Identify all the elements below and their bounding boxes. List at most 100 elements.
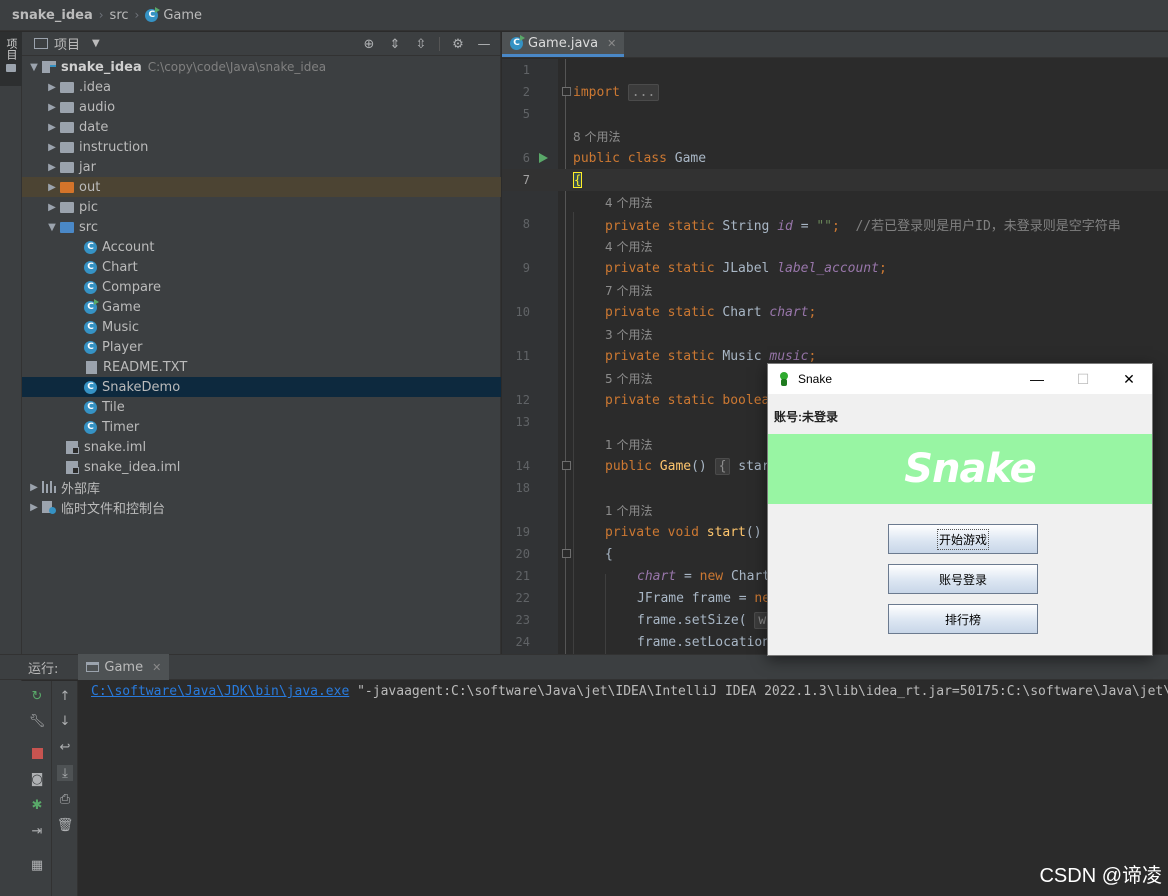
breadcrumb-project[interactable]: snake_idea [12,8,93,23]
expand-all-icon[interactable]: ⇕ [387,36,403,52]
usage-hint[interactable]: 4 个用法 [502,235,1168,257]
chevron-right-icon[interactable]: ▶ [44,82,60,93]
tree-external-libs[interactable]: ▶ 外部库 [22,477,501,497]
chevron-down-icon[interactable]: ▼ [92,38,100,49]
maximize-icon[interactable]: ☐ [1060,364,1106,394]
chevron-right-icon[interactable]: ▶ [26,502,42,513]
fold-icon[interactable] [562,549,571,558]
editor-tab-bar: C Game.java ✕ [502,32,1168,58]
editor-tab-game[interactable]: C Game.java ✕ [502,32,625,57]
locate-icon[interactable]: ⊕ [361,36,377,52]
usage-hint[interactable]: 8 个用法 [502,125,1168,147]
console-args: "-javaagent:C:\software\Java\jet\IDEA\In… [357,684,1168,699]
tree-folder-out[interactable]: ▶ out [22,177,501,197]
close-icon[interactable]: ✕ [1106,364,1152,394]
java-class-icon: C [84,280,97,294]
tree-folder-jar[interactable]: ▶ jar [22,157,501,177]
tree-file-snake-idea-iml[interactable]: snake_idea.iml [22,457,501,477]
debug-icon[interactable]: ✱ [29,797,45,813]
close-icon[interactable]: ✕ [152,661,161,674]
console-output[interactable] [0,681,1168,896]
tree-file-snake-iml[interactable]: snake.iml [22,437,501,457]
toolbar-divider [439,37,440,51]
run-tab-label: Game [104,659,144,675]
fold-icon[interactable] [562,87,571,96]
arrow-up-icon[interactable]: ↑ [57,688,73,704]
chevron-right-icon[interactable]: ▶ [26,482,42,493]
camera-icon[interactable]: ◙ [29,771,45,787]
chevron-right-icon[interactable]: ▶ [44,182,60,193]
print-icon[interactable]: ⎙ [57,791,73,807]
tree-folder-date[interactable]: ▶ date [22,117,501,137]
tree-root[interactable]: ▼ snake_idea C:\copy\code\Java\snake_ide… [22,57,501,77]
layout-icon[interactable]: ▦ [29,857,45,873]
chevron-down-icon[interactable]: ▼ [44,222,60,233]
chevron-right-icon[interactable]: ▶ [44,122,60,133]
tree-folder-pic[interactable]: ▶ pic [22,197,501,217]
fold-icon[interactable] [562,461,571,470]
folder-icon [60,121,74,133]
breadcrumb-src[interactable]: src [110,8,129,23]
code-token: Game [659,458,692,474]
collapse-all-icon[interactable]: ⇳ [413,36,429,52]
run-tab-game[interactable]: Game ✕ [78,654,170,680]
wrench-icon[interactable]: 🔧︎ [29,713,46,729]
chevron-right-icon[interactable]: ▶ [44,102,60,113]
tree-item-tile[interactable]: C Tile [22,397,501,417]
tree-item-label: SnakeDemo [102,379,181,395]
chevron-down-icon[interactable]: ▼ [26,62,42,73]
tree-item-readme[interactable]: README.TXT [22,357,501,377]
left-tool-strip-lower [0,681,22,896]
tree-item-account[interactable]: C Account [22,237,501,257]
rerun-icon[interactable]: ↻ [29,688,45,704]
scroll-to-end-icon[interactable]: ⤓ [57,765,73,781]
code-token: chart [769,304,809,320]
arrow-down-icon[interactable]: ↓ [57,713,73,729]
chevron-right-icon[interactable]: ▶ [44,162,60,173]
project-panel-title[interactable]: 项目 [54,34,80,53]
line-number: 1 [522,63,530,77]
start-game-button[interactable]: 开始游戏 [888,524,1038,554]
tree-item-compare[interactable]: C Compare [22,277,501,297]
code-fold-placeholder[interactable]: { [714,457,731,475]
run-gutter-icon[interactable] [539,153,548,163]
chevron-right-icon[interactable]: ▶ [44,142,60,153]
tree-folder-audio[interactable]: ▶ audio [22,97,501,117]
minimize-icon[interactable]: — [1014,364,1060,394]
java-class-icon: C [84,340,97,354]
tree-item-label: Account [102,239,155,255]
code-token: frame.setLocation [637,634,771,650]
usage-hint[interactable]: 3 个用法 [502,323,1168,345]
tree-item-timer[interactable]: C Timer [22,417,501,437]
chevron-right-icon[interactable]: ▶ [44,202,60,213]
code-fold-placeholder[interactable]: ... [627,83,660,101]
tree-root-path: C:\copy\code\Java\snake_idea [147,60,327,74]
tree-item-snakedemo[interactable]: C SnakeDemo [22,377,501,397]
tree-item-music[interactable]: C Music [22,317,501,337]
tree-item-chart[interactable]: C Chart [22,257,501,277]
project-tool-tab[interactable]: 项目 [0,32,22,86]
tree-folder-instruction[interactable]: ▶ instruction [22,137,501,157]
gear-icon[interactable]: ⚙ [450,36,466,52]
usage-hint[interactable]: 7 个用法 [502,279,1168,301]
line-number: 9 [522,261,530,275]
project-panel-toolbar: ⊕ ⇕ ⇳ ⚙ — [361,36,492,52]
java-exe-link[interactable]: C:\software\Java\JDK\bin\java.exe [91,684,349,699]
snake-game-window: Snake — ☐ ✕ 账号:未登录 Snake 开始游戏 账号登录 排行榜 [767,363,1153,656]
usage-hint[interactable]: 4 个用法 [502,191,1168,213]
tree-item-game[interactable]: C Game [22,297,501,317]
account-login-button[interactable]: 账号登录 [888,564,1038,594]
ranking-button[interactable]: 排行榜 [888,604,1038,634]
tree-folder-idea[interactable]: ▶ .idea [22,77,501,97]
breadcrumb-file[interactable]: Game [163,8,202,23]
tree-item-player[interactable]: C Player [22,337,501,357]
close-icon[interactable]: ✕ [607,37,616,50]
trash-icon[interactable]: 🗑︎ [57,817,74,833]
tree-item-label: Compare [102,279,161,295]
tree-folder-src[interactable]: ▼ src [22,217,501,237]
tree-scratches[interactable]: ▶ 临时文件和控制台 [22,497,501,517]
minimize-icon[interactable]: — [476,36,492,52]
stop-icon[interactable] [29,745,45,761]
soft-wrap-icon[interactable]: ↩ [57,739,73,755]
exit-icon[interactable]: ⇥ [29,823,45,839]
